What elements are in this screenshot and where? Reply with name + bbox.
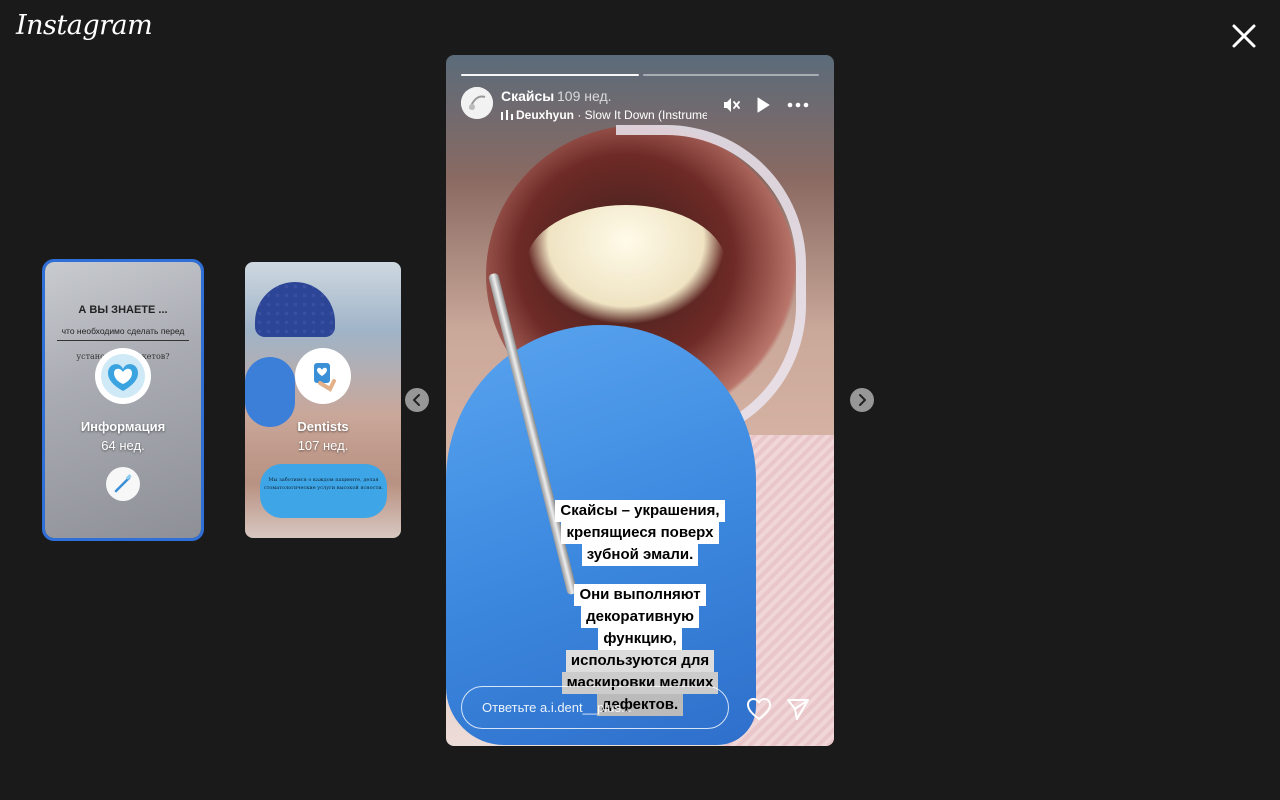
story-progress-segment [461,74,639,76]
story-preview-dentists[interactable]: Dentists 107 нед. Мы заботимся о каждом … [245,262,401,538]
tooth-heart-icon [101,354,145,398]
caption-line: Скайсы – украшения, [555,500,725,522]
avatar [295,348,351,404]
send-icon [787,699,809,720]
avatar-image-icon [461,87,493,119]
caption-line: крепящиеся поверх [561,522,719,544]
preview-divider [57,340,189,341]
story-progress-segment [643,74,819,76]
reply-input[interactable] [461,686,729,729]
mute-button[interactable] [719,95,743,115]
caption-line: Они выполняют [574,584,706,606]
preview-age: 64 нед. [101,438,145,453]
chevron-right-icon [859,394,866,406]
story-avatar[interactable] [461,87,493,119]
story-preview-info[interactable]: А ВЫ ЗНАЕТЕ ... что необходимо сделать п… [42,259,204,541]
music-track: · Slow It Down (Instrumental) [577,108,707,122]
next-story-button[interactable] [850,388,874,412]
heart-card-icon [301,354,345,398]
story-username[interactable]: Скайсы [501,88,554,104]
close-icon [1232,24,1256,48]
like-button[interactable] [745,695,773,723]
preview-name: Dentists [297,419,349,434]
play-button[interactable] [751,95,775,115]
avatar [95,348,151,404]
instagram-logo[interactable]: Instagram [16,10,153,41]
preview-headline: А ВЫ ЗНАЕТЕ ... [78,304,168,316]
surgical-cap [255,282,335,337]
caption-line: зубной эмали. [581,544,699,566]
toothbrush-icon [114,474,132,493]
share-button[interactable] [784,695,812,723]
story-caption-top: Скайсы – украшения, крепящиеся поверх зу… [446,500,834,566]
speech-bubble: Мы заботимся о каждом пациенте, делая ст… [260,464,387,518]
toothbrush-sticker [106,467,140,501]
caption-line: используются для [565,650,715,672]
caption-line: декоративную [581,606,699,628]
chevron-left-icon [413,394,420,406]
play-icon [757,97,770,113]
close-button[interactable] [1226,18,1262,54]
story-viewer[interactable]: Скайсы 109 нед. Deuxhyun · Slow It Down … [446,55,834,746]
speaker-muted-icon [724,98,740,112]
music-artist: Deuxhyun [516,108,575,122]
more-horizontal-icon [787,102,809,108]
preview-age: 107 нед. [297,438,349,453]
more-options-button[interactable] [786,95,810,115]
story-music[interactable]: Deuxhyun · Slow It Down (Instrumental) [501,108,707,122]
story-age: 109 нед. [557,88,612,104]
heart-icon [747,698,771,720]
music-bars-icon [501,110,513,120]
preview-name: Информация [80,419,166,434]
glove-shape [245,357,295,427]
preview-subline: что необходимо сделать перед [61,326,185,336]
previous-story-button[interactable] [405,388,429,412]
caption-line: функцию, [598,628,682,650]
